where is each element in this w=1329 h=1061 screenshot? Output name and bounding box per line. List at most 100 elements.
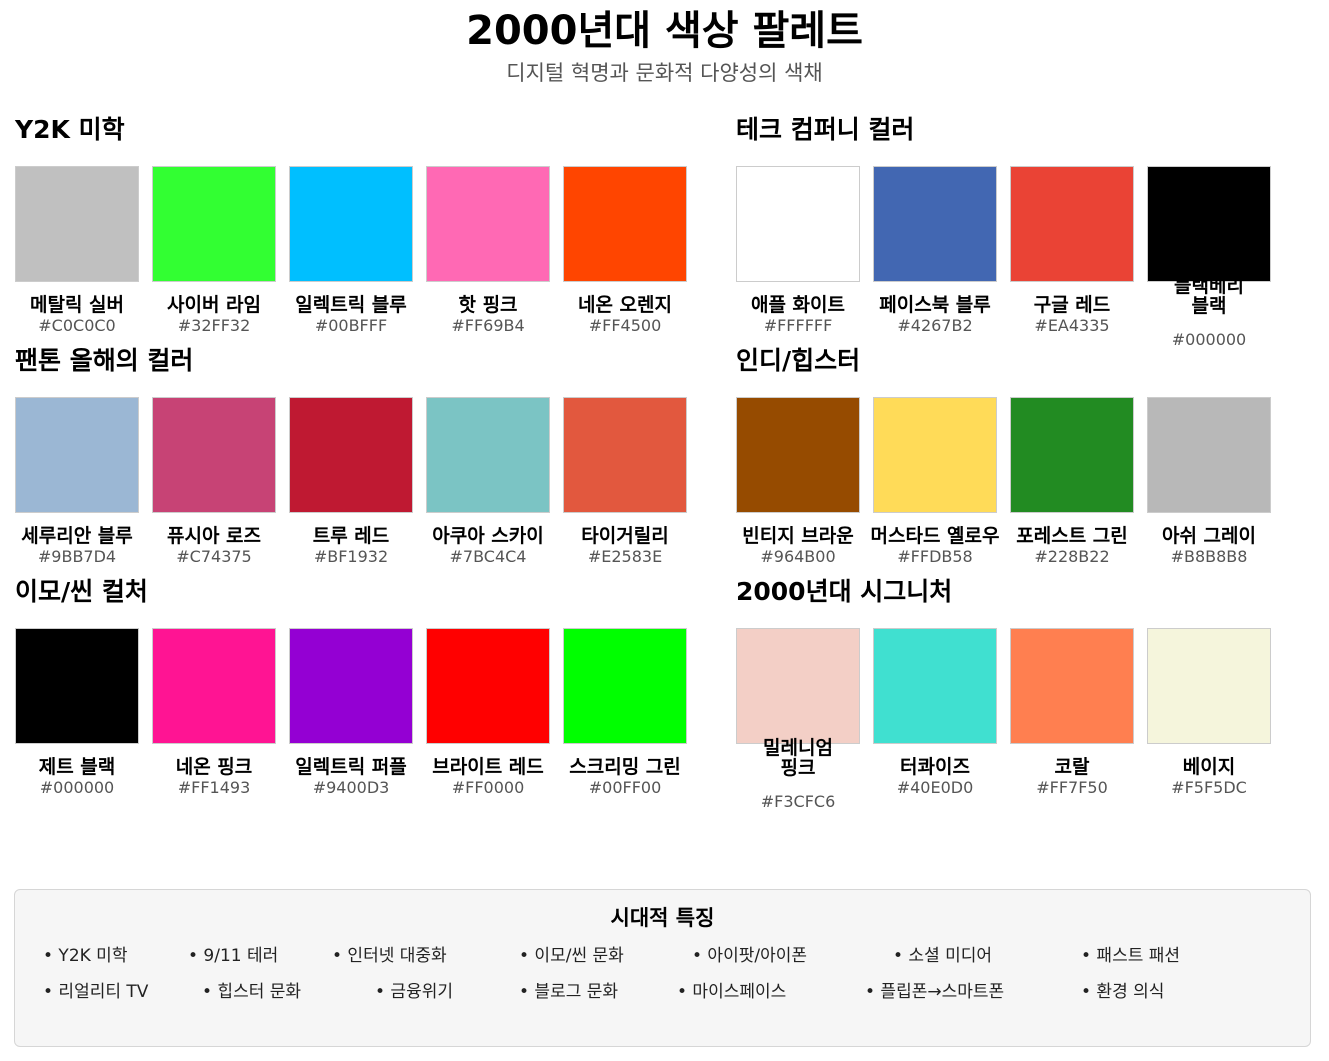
palette-section-indie: 인디/힙스터 빈티지 브라운 #964B00 머스타드 옐로우 #FFDB58 … [736,345,1329,566]
color-swatch: 베이지 #F5F5DC [1147,628,1284,818]
era-traits-title: 시대적 특징 [610,906,715,930]
color-swatch: 일렉트릭 퍼플 #9400D3 [289,628,426,818]
color-hex: #FFFFFF [763,316,833,335]
color-swatch: 블랙베리 블랙 #000000 [1147,166,1284,356]
color-chip [563,166,687,282]
color-hex: #00BFFF [314,316,388,335]
color-hex: #9BB7D4 [37,547,117,566]
color-swatch: 구글 레드 #EA4335 [1010,166,1147,356]
trait-item: • 플립폰→스마트폰 [865,982,1005,1002]
color-hex: #FF69B4 [451,316,525,335]
color-swatch: 브라이트 레드 #FF0000 [426,628,563,818]
color-swatch: 코랄 #FF7F50 [1010,628,1147,818]
color-swatch: 트루 레드 #BF1932 [289,397,426,587]
palette-section-signature: 2000년대 시그니처 밀레니엄 핑크 #F3CFC6 터콰이즈 #40E0D0… [736,576,1329,811]
color-swatch: 아쿠아 스카이 #7BC4C4 [426,397,563,587]
color-chip [152,166,276,282]
section-title: 팬톤 올해의 컬러 [15,346,194,375]
color-chip [15,166,139,282]
color-swatch: 일렉트릭 블루 #00BFFF [289,166,426,356]
color-chip [426,628,550,744]
color-chip [563,628,687,744]
color-hex: #964B00 [760,547,836,566]
trait-item: • Y2K 미학 [43,946,128,966]
color-chip [1010,397,1134,513]
color-chip [873,166,997,282]
page-header: 2000년대 색상 팔레트 디지털 혁명과 문화적 다양성의 색채 [0,6,1329,88]
color-swatch: 밀레니엄 핑크 #F3CFC6 [736,628,873,818]
color-hex: #7BC4C4 [449,547,527,566]
color-hex: #9400D3 [312,778,390,797]
color-chip [1147,166,1271,282]
palette-section-pantone: 팬톤 올해의 컬러 세루리안 블루 #9BB7D4 퓨시아 로즈 #C74375… [15,345,705,566]
color-chip [15,397,139,513]
section-title: 인디/힙스터 [736,346,861,375]
color-hex: #EA4335 [1034,316,1110,335]
trait-item: • 아이팟/아이폰 [692,946,807,966]
trait-item: • 금융위기 [375,982,453,1002]
trait-item: • 이모/씬 문화 [519,946,624,966]
color-swatch: 페이스북 블루 #4267B2 [873,166,1010,356]
page-title: 2000년대 색상 팔레트 [466,8,863,54]
section-title: 이모/씬 컬처 [15,577,148,606]
color-chip [15,628,139,744]
color-hex: #228B22 [1034,547,1110,566]
color-swatch: 제트 블랙 #000000 [15,628,152,818]
color-hex: #F3CFC6 [760,792,836,811]
color-hex: #FF0000 [451,778,525,797]
section-title: 테크 컴퍼니 컬러 [736,115,915,144]
color-swatch: 머스타드 옐로우 #FFDB58 [871,397,1010,587]
color-chip [289,397,413,513]
color-chip [736,166,860,282]
color-hex: #B8B8B8 [1170,547,1248,566]
color-hex: #FF7F50 [1036,778,1108,797]
color-chip [426,166,550,282]
color-swatch: 애플 화이트 #FFFFFF [736,166,873,356]
color-hex: #C74375 [176,547,252,566]
color-swatch: 세루리안 블루 #9BB7D4 [15,397,152,587]
color-chip [563,397,687,513]
color-hex: #FF4500 [588,316,662,335]
color-chip [873,397,997,513]
page-subtitle: 디지털 혁명과 문화적 다양성의 색채 [506,61,823,85]
era-traits-panel: 시대적 특징 • Y2K 미학 • 9/11 테러 • 인터넷 대중화 • 이모… [14,889,1311,1047]
trait-item: • 환경 의식 [1081,982,1165,1002]
color-hex: #4267B2 [897,316,973,335]
color-chip [1147,397,1271,513]
color-name: 블랙베리 블랙 [1174,275,1244,317]
color-swatch: 포레스트 그린 #228B22 [1010,397,1147,587]
trait-item: • 소셜 미디어 [893,946,993,966]
color-name: 밀레니엄 핑크 [763,737,833,779]
color-hex: #BF1932 [313,547,389,566]
color-swatch: 네온 오렌지 #FF4500 [563,166,700,356]
color-chip [1147,628,1271,744]
palette-section-y2k: Y2K 미학 메탈릭 실버 #C0C0C0 사이버 라임 #32FF32 일렉트… [15,114,705,335]
color-swatch: 빈티지 브라운 #964B00 [736,397,873,587]
color-chip [736,628,860,744]
color-swatch: 네온 핑크 #FF1493 [152,628,289,818]
color-chip [152,628,276,744]
color-chip [289,166,413,282]
color-hex: #C0C0C0 [38,316,116,335]
color-hex: #F5F5DC [1171,778,1247,797]
trait-item: • 패스트 패션 [1081,946,1181,966]
color-chip [1010,628,1134,744]
color-hex: #32FF32 [177,316,251,335]
color-swatch: 핫 핑크 #FF69B4 [426,166,563,356]
color-hex: #FF1493 [177,778,251,797]
trait-item: • 블로그 문화 [519,982,619,1002]
trait-item: • 힙스터 문화 [202,982,302,1002]
color-hex: #000000 [39,778,115,797]
section-title: 2000년대 시그니처 [736,577,953,606]
color-chip [289,628,413,744]
color-swatch: 스크리밍 그린 #00FF00 [563,628,700,818]
color-hex: #40E0D0 [896,778,974,797]
color-swatch: 사이버 라임 #32FF32 [152,166,289,356]
trait-item: • 9/11 테러 [188,946,279,966]
color-chip [426,397,550,513]
color-swatch: 메탈릭 실버 #C0C0C0 [15,166,152,356]
trait-item: • 마이스페이스 [677,982,787,1002]
color-swatch: 터콰이즈 #40E0D0 [873,628,1010,818]
color-chip [873,628,997,744]
trait-item: • 인터넷 대중화 [332,946,447,966]
